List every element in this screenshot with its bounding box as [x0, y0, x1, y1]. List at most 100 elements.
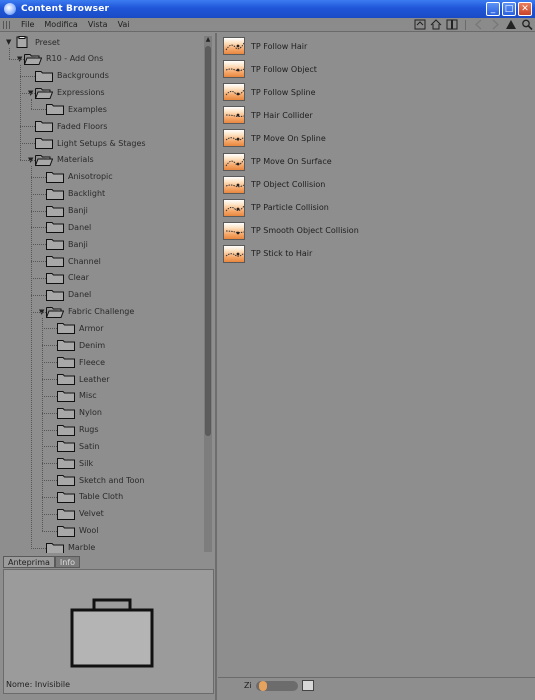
scroll-up-arrow-icon[interactable]: ▲: [204, 36, 212, 44]
menu-view[interactable]: Vista: [88, 20, 108, 29]
preset-item[interactable]: TP Hair Collider: [223, 105, 313, 125]
preset-item[interactable]: TP Follow Hair: [223, 36, 307, 56]
tree-connector: [31, 547, 46, 549]
tree-item-label: Velvet: [79, 509, 104, 519]
tree-connector: [31, 109, 46, 111]
preset-item[interactable]: TP Particle Collision: [223, 198, 329, 218]
tree-item[interactable]: Rugs: [50, 422, 99, 438]
preset-item-label: TP Stick to Hair: [251, 249, 313, 259]
tree-item-label: Armor: [79, 323, 104, 333]
tree-item-label: Faded Floors: [57, 121, 108, 131]
tree-item[interactable]: Sketch and Toon: [50, 472, 144, 488]
grip-icon: [3, 20, 11, 29]
back-icon[interactable]: [473, 19, 485, 30]
preset-item[interactable]: TP Follow Object: [223, 59, 317, 79]
tree-item-label: Rugs: [79, 425, 99, 435]
tree-item-label: Preset: [35, 37, 60, 47]
tree-item[interactable]: ▼ Preset: [6, 34, 60, 50]
tree-item[interactable]: Channel: [39, 253, 101, 269]
content-panel[interactable]: TP Follow Hair TP Follow Object TP Follow …: [218, 33, 532, 675]
panel-divider[interactable]: [215, 33, 217, 700]
preset-item[interactable]: TP Stick to Hair: [223, 244, 312, 264]
preset-item[interactable]: TP Follow Spline: [223, 82, 315, 102]
folder-tree[interactable]: ▼ Preset ▼ R10 - Add Ons Backgrounds ▼ Express…: [3, 33, 213, 553]
bookmark-icon[interactable]: [446, 19, 458, 30]
menu-edit[interactable]: Modifica: [44, 20, 77, 29]
tab-info[interactable]: Info: [54, 556, 81, 568]
folder-open-icon: [46, 306, 64, 318]
home-icon[interactable]: [430, 19, 442, 30]
tree-item[interactable]: Banji: [39, 236, 88, 252]
preset-item[interactable]: TP Smooth Object Collision: [223, 221, 359, 241]
up-icon[interactable]: [505, 19, 517, 30]
preview-panel: Nome: Invisibile: [3, 569, 214, 694]
folder-icon: [57, 457, 75, 470]
preset-item-label: TP Follow Object: [251, 64, 317, 74]
search-icon[interactable]: [521, 19, 533, 30]
tree-item[interactable]: Wool: [50, 523, 98, 539]
folder-icon: [46, 238, 64, 251]
preset-item[interactable]: TP Object Collision: [223, 175, 325, 195]
tree-item[interactable]: ▼ Expressions: [28, 85, 105, 101]
tree-connector: [31, 210, 46, 212]
zoom-slider-handle[interactable]: [259, 681, 268, 691]
scrollbar-thumb[interactable]: [205, 46, 211, 436]
tree-item[interactable]: ▼ R10 - Add Ons: [17, 51, 103, 67]
tree-item[interactable]: Misc: [50, 388, 97, 404]
tree-connector: [42, 496, 57, 498]
tree-item[interactable]: Nylon: [50, 405, 102, 421]
minimize-button[interactable]: _: [486, 2, 500, 16]
zoom-slider[interactable]: [256, 681, 298, 691]
tree-item[interactable]: Velvet: [50, 506, 104, 522]
tree-item[interactable]: Examples: [39, 101, 107, 117]
folder-icon: [57, 390, 75, 402]
tree-item[interactable]: ▼ Materials: [28, 152, 94, 168]
tree-item[interactable]: Banji: [39, 203, 88, 219]
tree-connector: [42, 328, 57, 330]
view-mode-icon[interactable]: [302, 680, 314, 691]
tree-scrollbar[interactable]: ▲: [204, 36, 212, 552]
tree-connector: [31, 165, 32, 548]
folder-icon: [46, 103, 64, 116]
preset-thumbnail-icon: [223, 83, 245, 102]
close-button[interactable]: ✕: [518, 2, 532, 16]
tree-item[interactable]: Clear: [39, 270, 89, 286]
folder-open-icon: [24, 53, 42, 65]
tree-item[interactable]: Danel: [39, 287, 91, 303]
tab-preview[interactable]: Anteprima: [3, 556, 55, 568]
tree-item-label: Fabric Challenge: [68, 307, 135, 317]
tree-connector: [42, 395, 57, 397]
folder-icon: [46, 171, 64, 183]
tree-item[interactable]: Backgrounds: [28, 68, 109, 84]
refresh-icon[interactable]: [414, 19, 426, 30]
tree-item[interactable]: Leather: [50, 371, 110, 387]
tree-item[interactable]: Danel: [39, 219, 91, 235]
tree-item[interactable]: Faded Floors: [28, 118, 107, 134]
forward-icon[interactable]: [489, 19, 501, 30]
preset-item[interactable]: TP Move On Surface: [223, 152, 332, 172]
expand-arrow-icon[interactable]: ▼: [6, 38, 13, 46]
tree-item[interactable]: Satin: [50, 438, 99, 454]
tree-item[interactable]: Table Cloth: [50, 489, 123, 505]
tree-connector: [42, 379, 57, 380]
tree-item[interactable]: Marble: [39, 540, 95, 553]
tree-item[interactable]: Armor: [50, 320, 104, 336]
preset-item[interactable]: TP Move On Spline: [223, 128, 326, 148]
menu-file[interactable]: File: [21, 20, 34, 29]
tree-connector: [31, 227, 46, 229]
tree-item-label: Nylon: [79, 408, 102, 418]
tree-item[interactable]: Anisotropic: [39, 169, 113, 185]
maximize-button[interactable]: □: [502, 2, 516, 16]
tree-item[interactable]: Denim: [50, 337, 105, 353]
tree-item[interactable]: Fleece: [50, 354, 105, 370]
tree-item[interactable]: Light Setups & Stages: [28, 135, 146, 151]
folder-icon: [46, 188, 64, 200]
tree-item[interactable]: ▼ Fabric Challenge: [39, 304, 134, 320]
tree-connector: [9, 48, 10, 59]
menu-go[interactable]: Vai: [118, 20, 130, 29]
tree-item-label: Banji: [68, 239, 88, 249]
tree-item[interactable]: Backlight: [39, 186, 105, 202]
folder-open-icon: [35, 87, 53, 99]
preset-thumbnail-icon: [223, 60, 245, 79]
preset-thumbnail-icon: [223, 37, 245, 55]
